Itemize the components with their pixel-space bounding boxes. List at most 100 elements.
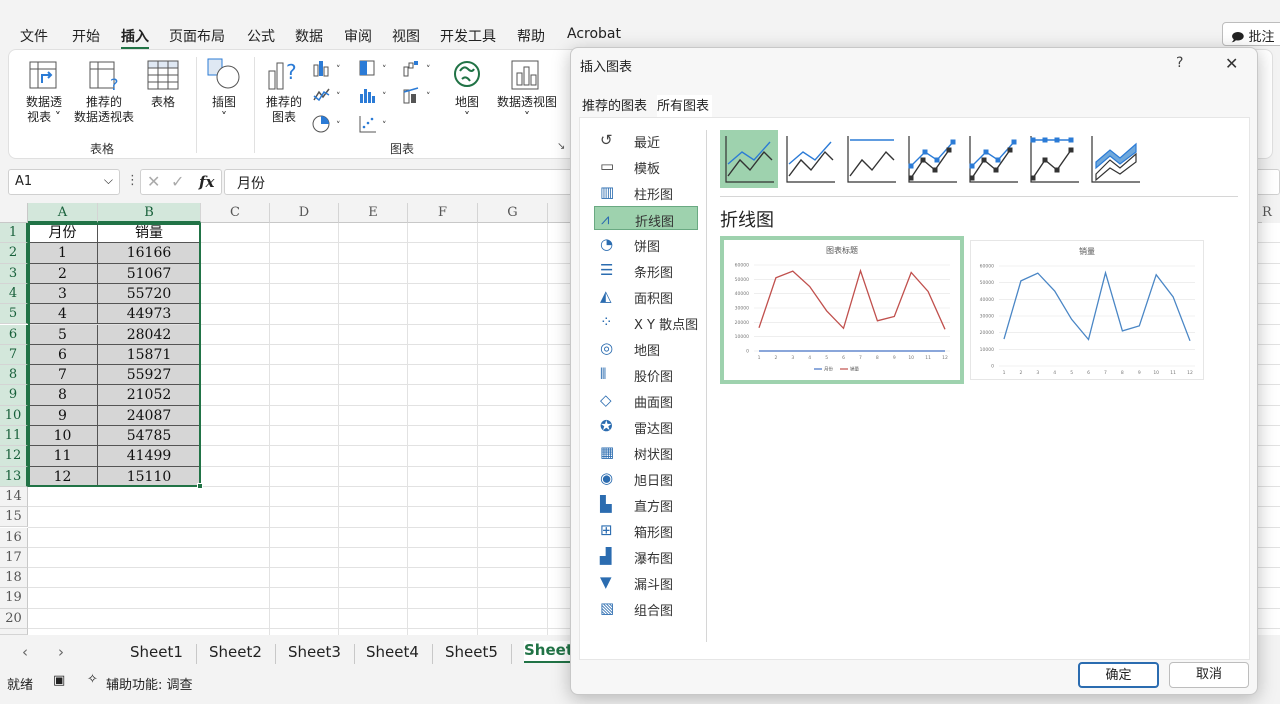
ribbon-tab-0[interactable]: 文件 — [20, 26, 48, 46]
row-header-2[interactable]: 2 — [0, 243, 28, 264]
cancel-icon[interactable]: ✕ — [147, 172, 160, 191]
row-header-16[interactable]: 16 — [0, 527, 28, 548]
table-cell[interactable]: 3 — [28, 283, 98, 305]
table-cell[interactable]: 16166 — [98, 243, 201, 264]
table-cell[interactable]: 55927 — [98, 365, 201, 386]
close-button[interactable]: ✕ — [1225, 54, 1238, 73]
table-cell[interactable]: 1 — [28, 243, 98, 264]
row-header-7[interactable]: 7 — [0, 344, 28, 366]
table-header-cell[interactable]: 销量 — [98, 223, 201, 244]
chart-type-radar-chart[interactable]: ✪ 雷达图 — [594, 414, 698, 438]
ribbon-tab-3[interactable]: 页面布局 — [169, 26, 225, 46]
column-header-D[interactable]: D — [270, 203, 339, 223]
dialog-tab-0[interactable]: 推荐的图表 — [582, 95, 647, 114]
pivot-chart-icon[interactable] — [510, 59, 544, 91]
table-cell[interactable]: 2 — [28, 263, 98, 284]
ribbon-tab-6[interactable]: 审阅 — [344, 26, 372, 46]
line-subtype-3d[interactable] — [1086, 130, 1144, 188]
ribbon-tab-2[interactable]: 插入 — [121, 26, 149, 50]
line-chart-icon[interactable]: ˅ — [312, 86, 346, 104]
more-options-icon[interactable]: ⋮ — [126, 173, 139, 188]
recommended-charts-icon[interactable]: ? — [266, 57, 302, 93]
pivot-table-icon[interactable] — [28, 59, 60, 91]
sheet-tab-3[interactable]: Sheet3 — [288, 643, 341, 661]
row-header-18[interactable]: 18 — [0, 568, 28, 589]
table-icon[interactable] — [147, 59, 179, 91]
row-header-5[interactable]: 5 — [0, 304, 28, 325]
ribbon-tab-5[interactable]: 数据 — [295, 26, 323, 46]
chevron-left-icon[interactable]: ‹ — [22, 643, 28, 661]
table-cell[interactable]: 51067 — [98, 263, 201, 284]
row-header-3[interactable]: 3 — [0, 263, 28, 284]
dialog-tab-1[interactable]: 所有图表 — [657, 95, 713, 119]
column-header-R[interactable]: R — [1262, 203, 1280, 223]
ribbon-tab-10[interactable]: Acrobat — [567, 26, 621, 42]
pie-chart-icon[interactable]: ˅ — [312, 114, 346, 134]
sheet-tab-5[interactable]: Sheet5 — [445, 643, 498, 661]
chart-type-waterfall-chart[interactable]: ▟ 瀑布图 — [594, 544, 698, 568]
line-subtype-markers[interactable] — [903, 130, 961, 188]
comment-button[interactable]: 🗩 批注 — [1222, 22, 1280, 46]
waterfall-chart-icon[interactable]: ˅ — [402, 59, 436, 77]
table-cell[interactable]: 54785 — [98, 426, 201, 447]
row-header-14[interactable]: 14 — [0, 486, 28, 508]
table-cell[interactable]: 5 — [28, 324, 98, 345]
chart-type-stock-chart[interactable]: ⫴ 股价图 — [594, 362, 698, 386]
chart-type-column-chart[interactable]: ▥ 柱形图 — [594, 180, 698, 204]
table-header-cell[interactable]: 月份 — [28, 223, 98, 244]
ribbon-tab-1[interactable]: 开始 — [72, 26, 100, 46]
chart-preview-1[interactable]: 图表标题 60000 50000 40000 30000 20000 10000 0 1 2 3 4 5… — [720, 236, 964, 384]
line-subtype-100-stacked[interactable] — [842, 130, 900, 188]
row-header-10[interactable]: 10 — [0, 405, 28, 426]
column-chart-icon[interactable]: ˅ — [312, 59, 346, 77]
chart-type-sunburst-chart[interactable]: ◉ 旭日图 — [594, 466, 698, 490]
row-header-19[interactable]: 19 — [0, 588, 28, 609]
table-cell[interactable]: 11 — [28, 446, 98, 467]
name-box[interactable]: A1 ⌵ — [8, 169, 120, 195]
pivot-chart-button[interactable]: 数据透视图 ˅ — [492, 95, 562, 125]
chart-type-area-chart[interactable]: ◭ 面积图 — [594, 284, 698, 308]
table-cell[interactable]: 4 — [28, 304, 98, 325]
line-subtype-100-markers[interactable] — [1025, 130, 1083, 188]
chart-type-recent[interactable]: ↺ 最近 — [594, 128, 698, 152]
column-header-F[interactable]: F — [408, 203, 478, 223]
line-subtype-stacked[interactable] — [781, 130, 839, 188]
chart-type-template[interactable]: ▭ 模板 — [594, 154, 698, 178]
cancel-button[interactable]: 取消 — [1169, 662, 1249, 688]
row-header-15[interactable]: 15 — [0, 507, 28, 528]
ribbon-tab-8[interactable]: 开发工具 — [440, 26, 496, 46]
row-header-20[interactable]: 20 — [0, 608, 28, 629]
table-cell[interactable]: 7 — [28, 365, 98, 386]
fx-icon[interactable]: fx — [199, 173, 214, 191]
map-button[interactable]: 地图 ˅ — [450, 95, 484, 125]
line-subtype-line[interactable] — [720, 130, 778, 188]
table-cell[interactable]: 9 — [28, 405, 98, 426]
fill-handle[interactable] — [197, 483, 203, 489]
table-button[interactable]: 表格 — [145, 95, 181, 110]
dialog-launcher-icon[interactable]: ↘ — [557, 141, 565, 152]
chart-type-bar-chart[interactable]: ☰ 条形图 — [594, 258, 698, 282]
column-header-E[interactable]: E — [339, 203, 408, 223]
ok-button[interactable]: 确定 — [1078, 662, 1159, 688]
row-header-12[interactable]: 12 — [0, 446, 28, 467]
row-header-1[interactable]: 1 — [0, 223, 28, 244]
table-cell[interactable]: 6 — [28, 344, 98, 366]
recommended-charts-button[interactable]: 推荐的 图表 — [262, 95, 306, 125]
accessibility-icon[interactable]: ✧ — [87, 672, 98, 687]
table-cell[interactable]: 24087 — [98, 405, 201, 426]
row-header-4[interactable]: 4 — [0, 283, 28, 305]
table-cell[interactable]: 28042 — [98, 324, 201, 345]
row-header-6[interactable]: 6 — [0, 324, 28, 345]
chart-type-line-chart[interactable]: ⩘ 折线图 — [594, 206, 698, 230]
accessibility-status[interactable]: 辅助功能: 调查 — [106, 674, 193, 693]
combo-chart-icon[interactable]: ˅ — [402, 86, 436, 104]
chart-type-scatter-chart[interactable]: ⁘ X Y 散点图 — [594, 310, 698, 334]
chart-preview-2[interactable]: 销量 60000 50000 40000 30000 20000 10000 0 1 2 3 4 5 6 7… — [970, 240, 1204, 380]
select-all-corner[interactable] — [0, 203, 28, 223]
recommended-pivot-icon[interactable]: ? — [88, 59, 122, 93]
column-header-G[interactable]: G — [478, 203, 548, 223]
sheet-tab-1[interactable]: Sheet1 — [130, 643, 183, 661]
table-cell[interactable]: 15871 — [98, 344, 201, 366]
table-cell[interactable]: 55720 — [98, 283, 201, 305]
table-cell[interactable]: 8 — [28, 385, 98, 406]
